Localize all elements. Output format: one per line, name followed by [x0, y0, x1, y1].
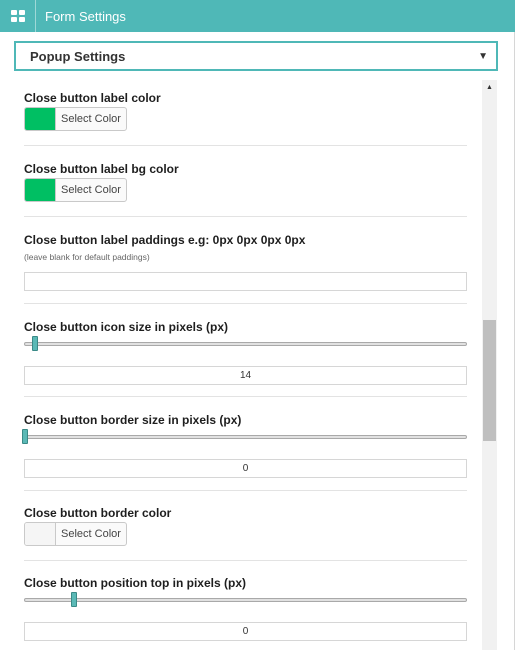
section-select[interactable]: Popup Settings ▼ — [14, 41, 498, 71]
color-swatch — [25, 108, 56, 130]
field-label-paddings: Close button label paddings e.g: 0px 0px… — [24, 233, 467, 291]
top-bar: Form Settings — [0, 0, 515, 32]
caret-down-icon: ▼ — [478, 50, 488, 62]
field-icon-size: Close button icon size in pixels (px) 14 — [24, 320, 467, 385]
select-color-button[interactable]: Select Color — [56, 523, 126, 545]
field-label: Close button icon size in pixels (px) — [24, 320, 229, 334]
divider — [24, 396, 467, 397]
icon-size-slider-handle[interactable] — [32, 336, 38, 351]
divider — [24, 560, 467, 561]
border-size-slider-handle[interactable] — [22, 429, 28, 444]
field-label-bg-color: Close button label bg color Select Color — [24, 162, 467, 202]
scrollbar-thumb[interactable] — [483, 320, 496, 441]
divider — [24, 145, 467, 146]
position-top-input[interactable]: 0 — [24, 622, 467, 641]
field-position-top: Close button position top in pixels (px)… — [24, 576, 467, 641]
field-label: Close button label bg color — [24, 162, 179, 176]
menu-button[interactable] — [0, 0, 36, 32]
select-color-button[interactable]: Select Color — [56, 179, 126, 201]
label-bg-color-picker[interactable]: Select Color — [24, 178, 127, 202]
field-border-color: Close button border color Select Color — [24, 506, 467, 546]
divider — [24, 303, 467, 304]
field-label: Close button border color — [24, 506, 172, 520]
field-label: Close button position top in pixels (px) — [24, 576, 246, 590]
position-top-slider[interactable] — [24, 598, 467, 602]
page-title: Form Settings — [45, 8, 126, 24]
divider — [24, 216, 467, 217]
field-border-size: Close button border size in pixels (px) … — [22, 413, 467, 478]
border-size-input[interactable]: 0 — [24, 459, 467, 478]
border-color-picker[interactable]: Select Color — [24, 522, 127, 546]
select-color-button[interactable]: Select Color — [56, 108, 126, 130]
icon-size-input[interactable]: 14 — [24, 366, 467, 385]
scroll-up-arrow-icon[interactable]: ▲ — [482, 80, 497, 94]
section-select-value: Popup Settings — [30, 48, 126, 64]
field-hint: (leave blank for default paddings) — [24, 252, 150, 262]
grid-icon — [10, 10, 25, 22]
color-swatch — [25, 179, 56, 201]
divider — [24, 490, 467, 491]
color-swatch — [25, 523, 56, 545]
settings-panel: Popup Settings ▼ Close button label colo… — [0, 32, 515, 650]
field-label: Close button label color — [24, 91, 161, 105]
paddings-input[interactable] — [24, 272, 467, 291]
position-top-slider-handle[interactable] — [71, 592, 77, 607]
field-label: Close button label paddings e.g: 0px 0px… — [24, 233, 306, 247]
field-label-color: Close button label color Select Color — [24, 91, 467, 131]
border-size-slider[interactable] — [24, 435, 467, 439]
field-label: Close button border size in pixels (px) — [24, 413, 242, 427]
icon-size-slider[interactable] — [24, 342, 467, 346]
vertical-scrollbar[interactable]: ▲ — [482, 80, 497, 650]
settings-list: Close button label color Select Color Cl… — [0, 80, 498, 650]
label-color-picker[interactable]: Select Color — [24, 107, 127, 131]
